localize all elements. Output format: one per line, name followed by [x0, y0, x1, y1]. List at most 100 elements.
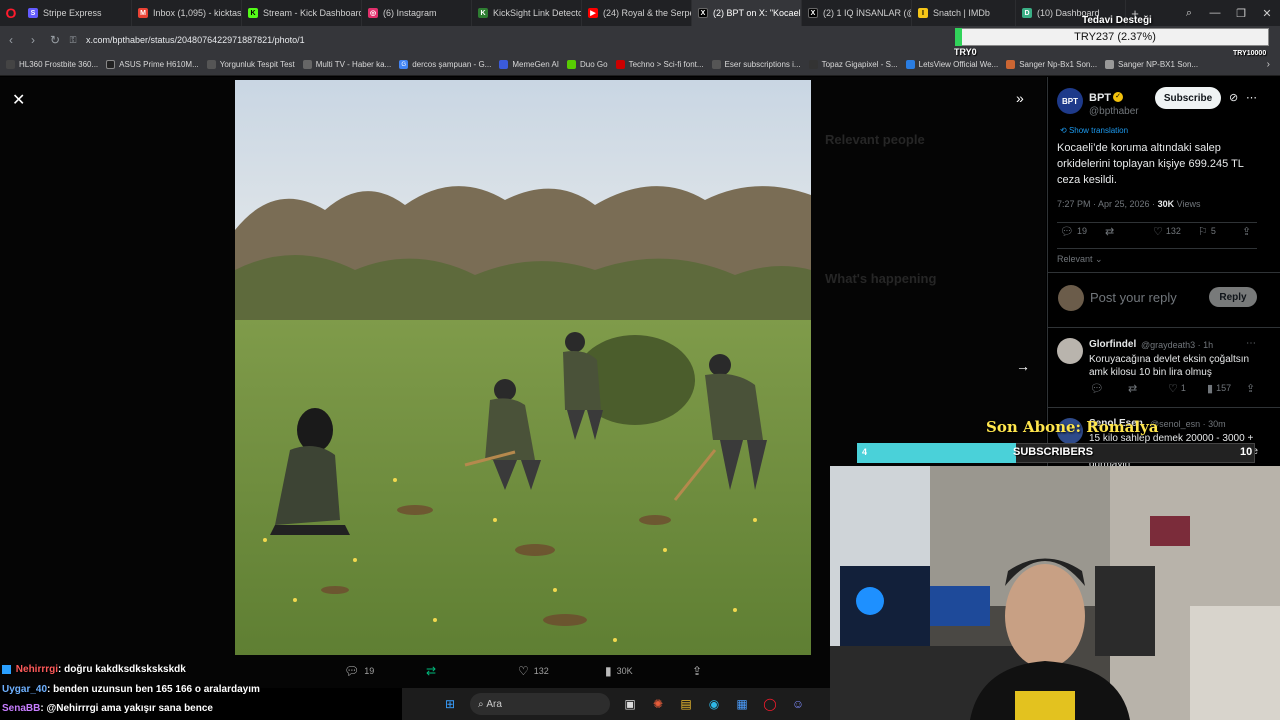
- relevant-people-heading: Relevant people: [825, 132, 925, 147]
- discord-icon[interactable]: ☺: [788, 694, 808, 714]
- subscriber-count: 4: [862, 447, 868, 457]
- streamer-webcam-image: [830, 466, 1280, 720]
- bookmark-item[interactable]: Duo Go: [567, 60, 608, 69]
- comment-reply-button[interactable]: 💬︎: [1090, 382, 1107, 395]
- tab-instagram[interactable]: ◎ (6) Instagram: [362, 0, 472, 26]
- more-options-icon[interactable]: ⋯: [1246, 91, 1257, 104]
- file-explorer-icon[interactable]: ▤: [676, 694, 696, 714]
- photo-share-button[interactable]: ⇪: [692, 664, 707, 678]
- commenter-avatar[interactable]: [1057, 338, 1083, 364]
- search-tabs-icon[interactable]: ⌕: [1176, 7, 1202, 20]
- reply-button[interactable]: 💬︎ 19: [1060, 225, 1087, 238]
- comment-share-button[interactable]: ⇪: [1246, 382, 1258, 395]
- photo-like-button[interactable]: ♡ 132: [518, 664, 549, 678]
- like-button[interactable]: ♡ 132: [1153, 225, 1181, 238]
- share-icon: ⇪: [692, 664, 703, 678]
- close-window-icon[interactable]: ✕: [1254, 7, 1280, 20]
- bookmark-item[interactable]: Sanger Np-Bx1 Son...: [1006, 60, 1097, 69]
- photo-views-button[interactable]: ▮ 30K: [605, 664, 633, 678]
- tab-kick-dashboard[interactable]: K Stream - Kick Dashboard: [242, 0, 362, 26]
- reload-icon[interactable]: ↻: [44, 33, 66, 47]
- opera-logo-icon[interactable]: O: [0, 0, 22, 26]
- reply-icon: 💬︎: [1060, 225, 1074, 238]
- back-icon[interactable]: ‹: [0, 33, 22, 47]
- bookmark-item[interactable]: Sanger NP-BX1 Son...: [1105, 60, 1198, 69]
- commenter-name[interactable]: Glorfindel: [1089, 339, 1136, 350]
- comment-retweet-button[interactable]: ⇄: [1128, 382, 1140, 395]
- tab-youtube[interactable]: ▶(24) Royal & the Serpent: [582, 0, 692, 26]
- author-avatar[interactable]: BPT: [1057, 88, 1083, 114]
- minimize-icon[interactable]: —: [1202, 7, 1228, 20]
- tab-imdb[interactable]: I Snatch | IMDb: [912, 0, 1016, 26]
- bookmark-item[interactable]: Topaz Gigapixel - S...: [808, 60, 898, 69]
- views-icon: ▮: [1207, 382, 1214, 395]
- reply-sort-dropdown[interactable]: Relevant ⌄: [1057, 254, 1103, 265]
- windows-start-icon[interactable]: ⊞: [440, 694, 460, 714]
- share-icon: ⇪: [1246, 382, 1256, 395]
- edge-icon[interactable]: ◉: [704, 694, 724, 714]
- bookmark-item[interactable]: HL360 Frostbite 360...: [6, 60, 98, 69]
- last-subscriber: Son Abone: Romalya: [986, 418, 1159, 436]
- bookmark-icon: [615, 60, 625, 69]
- collapse-sidebar-icon[interactable]: »: [1016, 90, 1024, 106]
- subscribe-button[interactable]: Subscribe: [1155, 87, 1221, 109]
- taskbar-search[interactable]: ⌕ Ara: [470, 693, 610, 715]
- bookmark-item[interactable]: Eser subscriptions i...: [711, 60, 801, 69]
- chevron-down-icon: ⌄: [1095, 254, 1103, 264]
- url-field[interactable]: x.com/bpthaber/status/204807642297188782…: [86, 35, 305, 45]
- kick-icon: K: [248, 8, 258, 18]
- bookmark-icon: [499, 60, 509, 69]
- reply-input[interactable]: Post your reply: [1090, 290, 1177, 305]
- duolingo-icon: [567, 60, 577, 69]
- bookmark-item[interactable]: MemeGen AI: [499, 60, 559, 69]
- retweet-button[interactable]: ⇄: [1105, 225, 1117, 238]
- store-icon[interactable]: ▦: [732, 694, 752, 714]
- forward-icon[interactable]: ›: [22, 33, 44, 47]
- chat-message: SenaBB: @Nehirrrgi ama yakışır sana benc…: [2, 703, 213, 714]
- my-avatar[interactable]: [1058, 285, 1084, 311]
- bookmarks-bar: HL360 Frostbite 360... ASUS Prime H610M.…: [0, 54, 1280, 76]
- maximize-icon[interactable]: ❐: [1228, 7, 1254, 20]
- task-view-icon[interactable]: ▣: [620, 694, 640, 714]
- comment-views[interactable]: ▮ 157: [1207, 382, 1231, 395]
- grok-icon[interactable]: ⊘: [1229, 91, 1238, 104]
- imdb-icon: I: [918, 8, 928, 18]
- bookmark-item[interactable]: Techno > Sci-fi font...: [615, 60, 704, 69]
- opera-taskbar-icon[interactable]: ◯: [760, 694, 780, 714]
- donation-goal: TRY10000: [1233, 50, 1267, 57]
- chat-badge-icon: [2, 664, 11, 674]
- subscriber-goal-fill: [857, 443, 1016, 463]
- next-photo-icon[interactable]: →: [1016, 358, 1030, 374]
- bookmarks-more-icon[interactable]: ›: [1267, 59, 1270, 70]
- show-translation-link[interactable]: ⟲ Show translation: [1060, 126, 1128, 135]
- bookmark-button[interactable]: ⚐ 5: [1198, 225, 1216, 238]
- close-viewer-icon[interactable]: ✕: [12, 90, 25, 110]
- tab-stripe-express[interactable]: S Stripe Express: [22, 0, 132, 26]
- views-icon: ▮: [605, 664, 612, 678]
- tab-kicksight[interactable]: K KickSight Link Detector: [472, 0, 582, 26]
- bookmark-icon: [6, 60, 15, 69]
- youtube-icon: ▶: [588, 8, 598, 18]
- copilot-icon[interactable]: ✺: [648, 694, 668, 714]
- bookmark-item[interactable]: Multi TV - Haber ka...: [302, 60, 391, 69]
- reply-submit-button[interactable]: Reply: [1209, 287, 1257, 307]
- share-button[interactable]: ⇪: [1242, 225, 1254, 238]
- bookmark-item[interactable]: Gdercos şampuan - G...: [399, 60, 491, 69]
- comment-like-button[interactable]: ♡ 1: [1168, 382, 1186, 395]
- comment-more-icon[interactable]: ⋯: [1246, 338, 1256, 349]
- tweet-photo[interactable]: [235, 80, 811, 655]
- bookmark-item[interactable]: ASUS Prime H610M...: [106, 60, 199, 69]
- bookmark-icon: [1006, 60, 1016, 69]
- author-info[interactable]: BPT ✓ @bpthaber: [1089, 88, 1139, 117]
- whats-happening-heading: What's happening: [825, 271, 937, 286]
- stripe-icon: S: [28, 8, 38, 18]
- tab-bpt-on-x[interactable]: X(2) BPT on X: "Kocaeli'de✕: [692, 0, 802, 26]
- bookmark-icon: [206, 60, 216, 69]
- tab-1iq-insanlar[interactable]: X(2) 1 IQ İNSANLAR (@1i: [802, 0, 912, 26]
- tab-gmail-inbox[interactable]: MInbox (1,095) - kicktaskin: [132, 0, 242, 26]
- kicksight-icon: K: [478, 8, 488, 18]
- site-info-icon[interactable]: ⚿: [66, 35, 80, 46]
- bookmark-item[interactable]: LetsView Official We...: [905, 60, 998, 69]
- bookmark-item[interactable]: Yorgunluk Tespit Test: [206, 60, 295, 69]
- author-name: BPT: [1089, 92, 1111, 104]
